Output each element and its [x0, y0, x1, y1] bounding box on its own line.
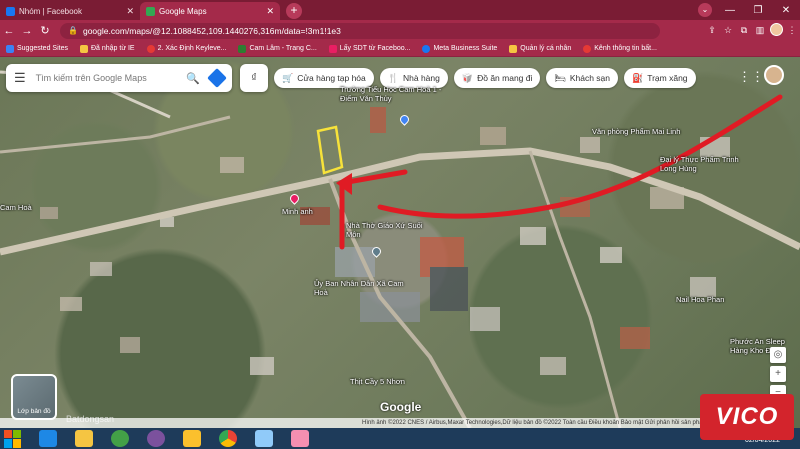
bookmark-icon: [328, 44, 337, 53]
bookmark-item[interactable]: Quản lý cá nhân: [509, 44, 571, 53]
layers-label: Lớp bản đồ: [17, 408, 51, 415]
map-layers-toggle[interactable]: Lớp bản đồ: [11, 374, 57, 420]
map-attribution[interactable]: Hình ảnh ©2022 CNES / Airbus,Maxar Techn…: [0, 418, 700, 428]
my-location-icon[interactable]: ◎: [770, 347, 786, 363]
tab-title: Nhóm | Facebook: [19, 6, 82, 16]
hamburger-menu-icon[interactable]: ☰: [14, 70, 26, 86]
bookmark-icon: [583, 44, 592, 53]
place-label[interactable]: Trường Tiểu Học Cam Hoà 1 - Điểm Văn Thủ…: [340, 85, 460, 103]
app-icon[interactable]: [183, 430, 201, 447]
transit-dropdown[interactable]: ₫: [240, 64, 268, 92]
facebook-icon: [422, 44, 431, 53]
bookmark-item[interactable]: Đã nhập từ IE: [79, 44, 135, 53]
profile-avatar[interactable]: [768, 23, 784, 38]
place-label[interactable]: Nail Hoa Phan: [676, 295, 746, 304]
close-icon[interactable]: ✕: [126, 6, 134, 17]
bookmark-icon: [509, 44, 518, 53]
close-icon[interactable]: ✕: [266, 6, 274, 17]
folder-icon: [79, 44, 88, 53]
buildings: [40, 107, 730, 375]
bookmark-icon: [146, 44, 155, 53]
reload-icon[interactable]: ↻: [36, 24, 54, 37]
takeout-icon: 🥡: [461, 72, 474, 83]
highlighted-lot: [316, 125, 344, 175]
share-icon[interactable]: ⇪: [704, 25, 720, 36]
bookmark-item[interactable]: Meta Business Suite: [422, 44, 497, 53]
place-label[interactable]: Đại lý Thực Phẩm Trinh Long Hùng: [660, 155, 750, 173]
bookmark-star-icon[interactable]: ☆: [720, 25, 736, 36]
place-label[interactable]: Minh anh: [282, 207, 313, 216]
extensions-icon[interactable]: ⧉: [736, 25, 752, 36]
google-logo: Google: [380, 400, 422, 414]
tab-facebook[interactable]: Nhóm | Facebook ✕: [0, 2, 140, 20]
new-tab-button[interactable]: +: [286, 3, 302, 19]
directions-icon[interactable]: [207, 68, 227, 88]
lock-icon[interactable]: 🔒: [68, 26, 78, 35]
bookmark-item[interactable]: Lấy SDT từ Faceboo...: [328, 44, 410, 53]
place-label[interactable]: Cam Hoà: [0, 203, 32, 212]
app-icon[interactable]: [111, 430, 129, 447]
map-overlay: [0, 70, 800, 428]
app-icon[interactable]: [255, 430, 273, 447]
cart-icon: 🛒: [282, 72, 294, 83]
viber-icon[interactable]: [147, 430, 165, 447]
bookmark-item[interactable]: Cam Lâm - Trang C...: [238, 44, 317, 53]
search-icon[interactable]: 🔍: [186, 72, 200, 85]
tab-search-icon[interactable]: ⌄: [698, 3, 712, 17]
hotel-icon: 🛏: [554, 72, 566, 83]
kebab-menu-icon[interactable]: ⋮: [784, 25, 800, 36]
back-icon[interactable]: ←: [0, 25, 18, 37]
file-explorer-icon[interactable]: [75, 430, 93, 447]
facebook-icon: [6, 6, 15, 16]
place-label[interactable]: Ủy Ban Nhân Dân Xã Cam Hoà: [314, 279, 404, 297]
toolbar-actions: ⇪ ☆ ⧉ ▥ ⋮: [704, 20, 800, 41]
address-bar[interactable]: 🔒 google.com/maps/@12.1088452,109.144027…: [60, 22, 660, 39]
vico-logo: VICO: [700, 394, 794, 440]
place-label[interactable]: Nhà Thờ Giáo Xứ Suối Môn: [346, 221, 426, 239]
zoom-in-button[interactable]: +: [770, 366, 786, 382]
maps-icon: [146, 6, 155, 16]
ie-icon[interactable]: [39, 430, 57, 447]
search-input[interactable]: Tìm kiếm trên Google Maps: [36, 73, 147, 83]
maps-search-box[interactable]: ☰ Tìm kiếm trên Google Maps 🔍: [6, 64, 232, 92]
bookmark-icon: [6, 44, 14, 53]
chrome-icon[interactable]: [219, 430, 237, 447]
place-label[interactable]: Văn phòng Phẩm Mai Linh: [592, 127, 682, 136]
chip-hotel[interactable]: 🛏 Khách sạn: [546, 68, 618, 88]
windows-start-icon[interactable]: [4, 429, 22, 448]
side-road: [0, 115, 231, 154]
bookmark-icon: [238, 44, 247, 53]
chip-takeout[interactable]: 🥡 Đồ ăn mang đi: [453, 68, 541, 88]
bookmark-item[interactable]: Suggested Sites: [6, 44, 68, 53]
restaurant-icon: 🍴: [387, 72, 399, 83]
place-label[interactable]: Thịt Cầy 5 Nhơn: [350, 377, 405, 386]
bookmark-item[interactable]: Kênh thông tin bất...: [583, 44, 657, 53]
account-avatar[interactable]: [764, 65, 784, 85]
minimize-icon[interactable]: —: [716, 5, 744, 16]
toolbar: ← → ↻ 🔒 google.com/maps/@12.1088452,109.…: [0, 20, 800, 41]
satellite-map[interactable]: ☰ Tìm kiếm trên Google Maps 🔍 ₫ 🛒 Cửa hàn…: [0, 57, 800, 428]
maximize-icon[interactable]: ❐: [744, 5, 772, 16]
close-window-icon[interactable]: ✕: [772, 5, 800, 16]
category-chips: 🛒 Cửa hàng tạp hóa 🍴 Nhà hàng 🥡 Đồ ăn mang …: [274, 68, 702, 88]
os-taskbar: 02/04/2022: [0, 428, 800, 449]
tab-strip: Nhóm | Facebook ✕ Google Maps ✕ + ⌄ — ❐ …: [0, 0, 800, 20]
forward-icon[interactable]: →: [18, 25, 36, 37]
transit-icon: ₫: [251, 72, 257, 84]
tab-google-maps[interactable]: Google Maps ✕: [140, 2, 280, 20]
bookmark-item[interactable]: 2. Xác Định Keyleve...: [146, 44, 226, 53]
tab-title: Google Maps: [159, 6, 207, 16]
sidepanel-icon[interactable]: ▥: [752, 25, 768, 36]
chip-gas-station[interactable]: ⛽ Trạm xăng: [624, 68, 696, 88]
gas-station-icon: ⛽: [632, 72, 644, 83]
url-text: google.com/maps/@12.1088452,109.1440276,…: [82, 25, 341, 36]
app-icon[interactable]: [291, 430, 309, 447]
window-controls: — ❐ ✕: [716, 0, 800, 20]
bookmarks-bar: Suggested Sites Đã nhập từ IE 2. Xác Địn…: [0, 41, 800, 57]
